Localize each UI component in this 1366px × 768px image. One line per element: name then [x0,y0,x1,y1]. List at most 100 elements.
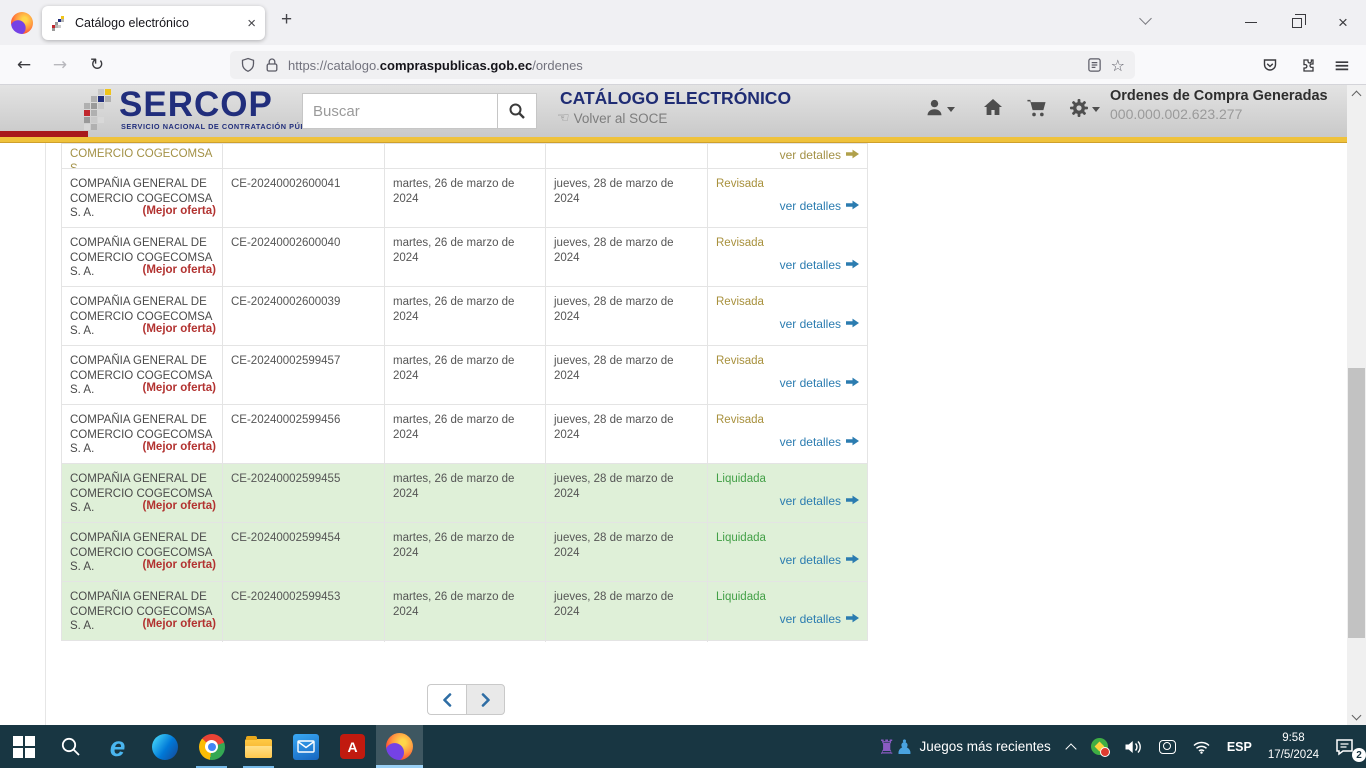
lock-icon[interactable] [265,57,279,73]
acrobat-button[interactable]: A [329,725,376,768]
chevron-up-icon [1065,743,1076,754]
scroll-down-arrow[interactable] [1347,708,1366,725]
delivery-date: jueves, 28 de marzo de 2024 [546,346,708,406]
order-code: CE-20240002599455 [223,464,385,524]
restore-button[interactable] [1274,0,1320,45]
new-tab-button[interactable]: + [281,9,292,31]
arrow-right-icon [846,149,859,159]
firefox-logo-icon[interactable] [11,12,33,34]
shield-icon[interactable] [240,57,256,73]
status-cell: Revisadaver detalles [708,287,869,347]
sercop-pixel-logo [84,89,118,131]
order-date: martes, 26 de marzo de 2024 [385,523,546,583]
orders-generated-label: Ordenes de Compra Generadas [1110,88,1328,104]
ver-detalles-link[interactable]: ver detalles [780,376,841,390]
back-icon[interactable]: ← [8,45,40,85]
best-offer-label: (Mejor oferta) [143,499,216,514]
table-row: COMPAÑIA GENERAL DE COMERCIO COGECOMSA S… [62,228,867,287]
best-offer-label: (Mejor oferta) [143,204,216,219]
taskbar-search-button[interactable] [47,725,94,768]
delivery-date: jueves, 28 de marzo de 2024 [546,405,708,465]
volver-al-soce-link[interactable]: ☜ Volver al SOCE [557,110,667,126]
company-cell: COMPAÑIA GENERAL DE COMERCIO COGECOMSA S… [62,287,223,347]
extensions-puzzle-icon[interactable] [1291,45,1323,85]
pagination [427,684,505,715]
company-cell: COMPAÑIA GENERAL DE COMERCIO COGECOMSA S… [62,346,223,406]
search-input[interactable] [302,93,498,129]
order-code: CE-20240002600040 [223,228,385,288]
best-offer-label: (Mejor oferta) [143,558,216,573]
company-cell: COMPAÑIA GENERAL DE COMERCIO COGECOMSA S… [62,228,223,288]
search-button[interactable] [498,93,537,129]
volume-tray-icon[interactable] [1116,725,1151,768]
firefox-button[interactable] [376,725,423,768]
prev-page-button[interactable] [427,684,466,715]
ver-detalles-link[interactable]: ver detalles [780,612,841,626]
ver-detalles-link[interactable]: ver detalles [780,553,841,567]
bookmark-star-icon[interactable]: ☆ [1111,56,1125,75]
tab-list-chevron-icon[interactable] [1139,12,1152,25]
recent-games-button[interactable]: ♜♟ Juegos más recientes [875,725,1059,768]
table-row: COMPAÑIA GENERAL DE COMERCIO COGECOMSA S… [62,523,867,582]
ver-detalles-link[interactable]: ver detalles [780,148,841,162]
cast-display-tray-icon[interactable] [1151,725,1184,768]
wifi-tray-icon[interactable] [1184,725,1219,768]
best-offer-label: (Mejor oferta) [143,322,216,337]
tab-close-icon[interactable]: × [247,16,256,31]
arrow-right-icon [846,613,859,623]
file-explorer-icon [245,739,272,758]
ver-detalles-link[interactable]: ver detalles [780,199,841,213]
status-badge: Liquidada [716,590,861,605]
ver-detalles-link[interactable]: ver detalles [780,435,841,449]
cart-button[interactable] [1026,98,1047,118]
orders-table: COMERCIO COGECOMSA S. A. (Mejor oferta) … [61,143,868,641]
recent-games-label: Juegos más recientes [919,739,1050,754]
settings-menu-button[interactable] [1069,98,1100,118]
close-button[interactable]: × [1320,0,1366,45]
user-icon [925,98,944,117]
action-center-button[interactable]: 2 [1327,725,1366,768]
arrow-right-icon [846,495,859,505]
clock[interactable]: 9:5817/5/2024 [1260,725,1327,768]
ver-detalles-link[interactable]: ver detalles [780,258,841,272]
browser-navbar: ← → ↻ https://catalogo.compraspublicas.g… [0,45,1366,85]
company-cell: COMPAÑIA GENERAL DE COMERCIO COGECOMSA S… [62,169,223,229]
reload-icon[interactable]: ↻ [81,45,113,85]
sercop-favicon-icon [51,15,67,31]
browser-titlebar: Catálogo electrónico × + × [0,0,1366,45]
home-icon [983,98,1003,117]
status-cell: Liquidadaver detalles [708,523,869,583]
status-cell: Revisadaver detalles [708,346,869,406]
notification-badge: 2 [1352,748,1366,762]
ver-detalles-link[interactable]: ver detalles [780,317,841,331]
chevron-down-icon [1092,107,1100,112]
ver-detalles-link[interactable]: ver detalles [780,494,841,508]
pocket-icon[interactable] [1254,45,1286,85]
scrollbar-thumb[interactable] [1348,368,1365,638]
order-code: CE-20240002599454 [223,523,385,583]
antivirus-tray-icon[interactable] [1083,725,1116,768]
user-menu-button[interactable] [925,98,955,117]
file-explorer-button[interactable] [235,725,282,768]
page-content: SERCOP SERVICIO NACIONAL DE CONTRATACIÓN… [0,85,1347,725]
edge-button[interactable] [141,725,188,768]
reader-view-icon[interactable] [1087,57,1102,73]
internet-explorer-button[interactable]: e [94,725,141,768]
mail-button[interactable] [282,725,329,768]
browser-tab[interactable]: Catálogo electrónico × [42,6,265,40]
delivery-date: jueves, 28 de marzo de 2024 [546,287,708,347]
minimize-button[interactable] [1228,0,1274,45]
chess-pieces-icon: ♜♟ [883,737,914,757]
home-button[interactable] [983,98,1003,117]
start-button[interactable] [0,725,47,768]
order-date: martes, 26 de marzo de 2024 [385,405,546,465]
language-indicator[interactable]: ESP [1219,725,1260,768]
chrome-button[interactable] [188,725,235,768]
url-bar[interactable]: https://catalogo.compraspublicas.gob.ec/… [230,51,1135,79]
scroll-up-arrow[interactable] [1347,85,1366,102]
order-date: martes, 26 de marzo de 2024 [385,582,546,642]
tray-expand-button[interactable] [1059,725,1083,768]
next-page-button[interactable] [466,684,505,715]
menu-hamburger-icon[interactable]: ≡ [1326,45,1358,85]
delivery-date: jueves, 28 de marzo de 2024 [546,523,708,583]
